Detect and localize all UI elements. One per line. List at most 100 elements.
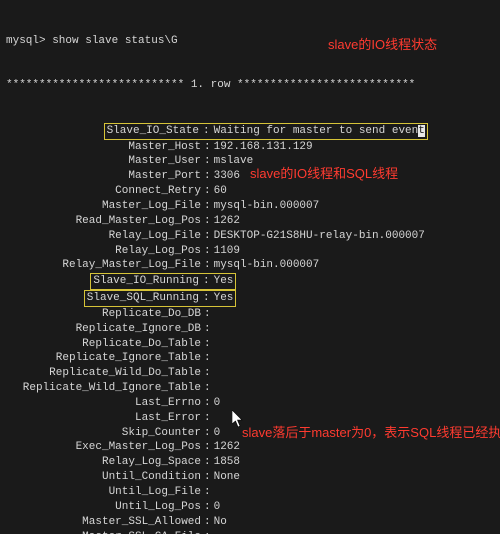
status-row: Read_Master_Log_Pos:1262: [6, 214, 494, 229]
field-value: None: [214, 470, 240, 485]
prompt-line: mysql> show slave status\G: [6, 34, 494, 49]
field-key: Slave_IO_Running: [6, 273, 201, 290]
field-value: 0: [214, 426, 221, 441]
field-separator: :: [201, 290, 212, 307]
status-row: Relay_Log_File:DESKTOP-G21S8HU-relay-bin…: [6, 229, 494, 244]
field-separator: :: [201, 366, 214, 381]
status-row: Until_Log_File:: [6, 485, 494, 500]
field-separator: :: [201, 322, 214, 337]
field-value: Yes: [212, 290, 237, 307]
field-value: 1262: [214, 214, 240, 229]
field-separator: :: [201, 485, 214, 500]
field-separator: :: [201, 515, 214, 530]
status-row: Master_Log_File:mysql-bin.000007: [6, 199, 494, 214]
field-key: Relay_Log_File: [6, 229, 201, 244]
field-separator: :: [201, 273, 212, 290]
field-key: Relay_Master_Log_File: [6, 258, 201, 273]
field-key: Replicate_Wild_Do_Table: [6, 366, 201, 381]
status-row: Replicate_Wild_Ignore_Table:: [6, 381, 494, 396]
field-value: 1262: [214, 440, 240, 455]
field-key: Connect_Retry: [6, 184, 201, 199]
field-key: Until_Log_File: [6, 485, 201, 500]
field-key: Master_Host: [6, 140, 201, 155]
field-separator: :: [201, 500, 214, 515]
field-list: Slave_IO_State:Waiting for master to sen…: [6, 123, 494, 534]
field-separator: :: [201, 337, 214, 352]
field-separator: :: [201, 229, 214, 244]
status-row: Replicate_Do_Table:: [6, 337, 494, 352]
status-row: Master_SSL_CA_File:: [6, 530, 494, 534]
status-row: Slave_SQL_Running:Yes: [6, 290, 494, 307]
field-value: mysql-bin.000007: [214, 199, 320, 214]
status-row: Last_Error:: [6, 411, 494, 426]
field-key: Master_Log_File: [6, 199, 201, 214]
field-key: Slave_SQL_Running: [6, 290, 201, 307]
field-value: Yes: [212, 273, 237, 290]
status-row: Slave_IO_Running:Yes: [6, 273, 494, 290]
field-value: No: [214, 515, 227, 530]
field-key: Master_User: [6, 154, 201, 169]
field-key: Replicate_Wild_Ignore_Table: [6, 381, 201, 396]
status-row: Relay_Log_Space:1858: [6, 455, 494, 470]
field-separator: :: [201, 470, 214, 485]
field-key: Master_SSL_CA_File: [6, 530, 201, 534]
status-row: Master_User:mslave: [6, 154, 494, 169]
field-separator: :: [201, 351, 214, 366]
field-key: Replicate_Do_DB: [6, 307, 201, 322]
field-key: Read_Master_Log_Pos: [6, 214, 201, 229]
status-row: Master_Host:192.168.131.129: [6, 140, 494, 155]
field-key: Until_Condition: [6, 470, 201, 485]
status-row: Until_Condition:None: [6, 470, 494, 485]
field-key: Skip_Counter: [6, 426, 201, 441]
field-value: 0: [214, 396, 221, 411]
field-value: mysql-bin.000007: [214, 258, 320, 273]
field-key: Master_SSL_Allowed: [6, 515, 201, 530]
field-value: DESKTOP-G21S8HU-relay-bin.000007: [214, 229, 425, 244]
status-row: Connect_Retry:60: [6, 184, 494, 199]
status-row: Last_Errno:0: [6, 396, 494, 411]
row-header: *************************** 1. row *****…: [6, 78, 494, 93]
field-value: Waiting for master to send event: [212, 123, 428, 140]
field-separator: :: [201, 169, 214, 184]
status-row: Relay_Master_Log_File:mysql-bin.000007: [6, 258, 494, 273]
field-separator: :: [201, 123, 212, 140]
field-key: Replicate_Ignore_Table: [6, 351, 201, 366]
status-row: Replicate_Ignore_DB:: [6, 322, 494, 337]
field-key: Replicate_Do_Table: [6, 337, 201, 352]
status-row: Slave_IO_State:Waiting for master to sen…: [6, 123, 494, 140]
status-row: Relay_Log_Pos:1109: [6, 244, 494, 259]
field-key: Slave_IO_State: [6, 123, 201, 140]
field-key: Relay_Log_Space: [6, 455, 201, 470]
field-separator: :: [201, 214, 214, 229]
field-separator: :: [201, 199, 214, 214]
field-separator: :: [201, 154, 214, 169]
field-key: Replicate_Ignore_DB: [6, 322, 201, 337]
field-value: 3306: [214, 169, 240, 184]
field-key: Master_Port: [6, 169, 201, 184]
status-row: Replicate_Ignore_Table:: [6, 351, 494, 366]
status-row: Skip_Counter:0: [6, 426, 494, 441]
field-separator: :: [201, 440, 214, 455]
field-key: Until_Log_Pos: [6, 500, 201, 515]
field-separator: :: [201, 381, 214, 396]
field-key: Exec_Master_Log_Pos: [6, 440, 201, 455]
field-separator: :: [201, 244, 214, 259]
status-row: Master_SSL_Allowed:No: [6, 515, 494, 530]
field-key: Relay_Log_Pos: [6, 244, 201, 259]
status-row: Until_Log_Pos:0: [6, 500, 494, 515]
terminal-output: mysql> show slave status\G *************…: [0, 0, 500, 534]
field-separator: :: [201, 426, 214, 441]
field-value: 1858: [214, 455, 240, 470]
status-row: Replicate_Wild_Do_Table:: [6, 366, 494, 381]
field-value: mslave: [214, 154, 254, 169]
field-value: 192.168.131.129: [214, 140, 313, 155]
status-row: Master_Port:3306: [6, 169, 494, 184]
field-value: 60: [214, 184, 227, 199]
field-value: 1109: [214, 244, 240, 259]
field-separator: :: [201, 307, 214, 322]
field-key: Last_Errno: [6, 396, 201, 411]
field-separator: :: [201, 396, 214, 411]
field-key: Last_Error: [6, 411, 201, 426]
field-separator: :: [201, 258, 214, 273]
field-separator: :: [201, 530, 214, 534]
